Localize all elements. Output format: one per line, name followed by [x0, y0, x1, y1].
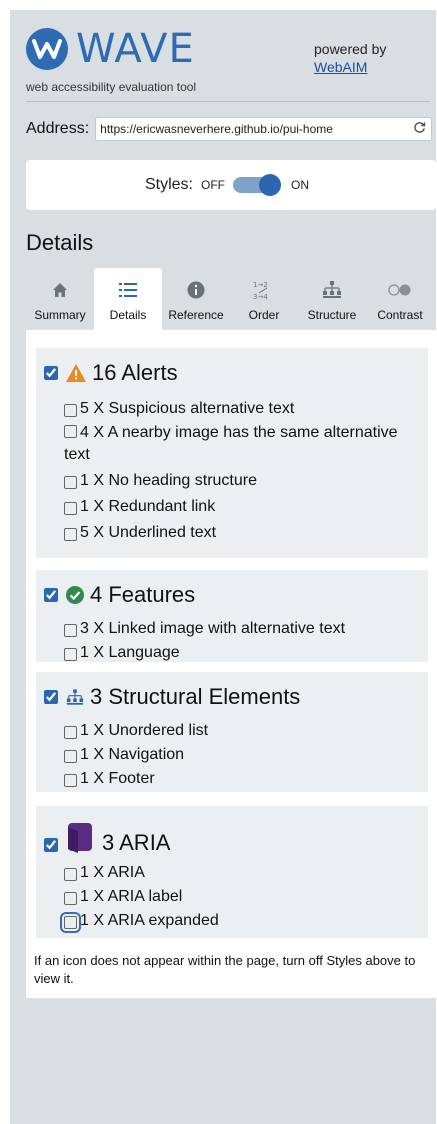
tab-summary[interactable]: Summary — [26, 268, 94, 330]
aria-checkbox[interactable] — [44, 838, 58, 852]
reload-icon[interactable] — [413, 121, 427, 137]
list-item[interactable]: 1 X Language — [64, 642, 180, 664]
item-checkbox[interactable] — [64, 648, 77, 661]
item-checkbox[interactable] — [64, 502, 77, 515]
item-checkbox[interactable] — [60, 912, 81, 933]
alert-icon — [66, 364, 86, 382]
list-item[interactable]: 3 X Linked image with alternative text — [64, 618, 345, 640]
structure-icon — [322, 276, 342, 304]
structure-title-row: 3 Structural Elements — [44, 684, 300, 710]
alerts-title: 16 Alerts — [92, 360, 178, 385]
list-item[interactable]: 1 X ARIA — [64, 862, 145, 884]
list-item[interactable]: 1 X Navigation — [64, 744, 184, 766]
tab-label: Structure — [307, 308, 357, 322]
address-input[interactable]: https://ericwasneverhere.github.io/pui-h… — [95, 117, 432, 141]
details-heading: Details — [26, 230, 94, 255]
list-item[interactable]: 4 X A nearby image has the same alternat… — [64, 422, 424, 466]
item-checkbox[interactable] — [64, 892, 77, 905]
aria-title: 3 ARIA — [102, 830, 171, 855]
order-icon: 1→2 3→4 — [253, 276, 275, 304]
item-checkbox[interactable] — [64, 774, 77, 787]
list-item[interactable]: 1 X Redundant link — [64, 496, 215, 518]
tab-label: Contrast — [377, 308, 423, 322]
divider — [26, 101, 430, 102]
features-group: 4 Features 3 X Linked image with alterna… — [36, 570, 428, 662]
structure-group: 3 Structural Elements 1 X Unordered list… — [36, 672, 428, 792]
list-item[interactable]: 1 X Footer — [64, 768, 155, 790]
powered-by-label: powered by — [314, 41, 387, 57]
tagline: web accessibility evaluation tool — [26, 80, 197, 94]
address-label: Address: — [26, 120, 90, 137]
alerts-group: 16 Alerts 5 X Suspicious alternative tex… — [36, 348, 428, 558]
tab-label: Reference — [168, 308, 224, 322]
wave-sidebar: WAVE web accessibility evaluation tool p… — [10, 10, 436, 1124]
list-item[interactable]: 5 X Underlined text — [64, 522, 216, 544]
wave-logo-icon — [26, 28, 68, 70]
features-title: 4 Features — [90, 582, 196, 607]
check-circle-icon — [66, 586, 84, 604]
styles-label: Styles: — [144, 176, 193, 193]
list-item[interactable]: 1 X Unordered list — [64, 720, 208, 742]
tab-reference[interactable]: Reference — [162, 268, 230, 330]
structure-icon — [66, 688, 84, 706]
aria-title-row: 3 ARIA — [44, 820, 170, 856]
webaim-link[interactable]: WebAIM — [314, 58, 386, 76]
address-value: https://ericwasneverhere.github.io/pui-h… — [100, 122, 333, 136]
tab-details[interactable]: Details — [94, 268, 162, 330]
powered-by: powered by WebAIM — [314, 40, 386, 76]
address-bar: Address: https://ericwasneverhere.github… — [26, 116, 432, 142]
info-icon — [187, 276, 205, 304]
list-icon — [119, 276, 137, 304]
item-checkbox[interactable] — [64, 476, 77, 489]
styles-toggle-card: Styles: OFF ON — [26, 160, 436, 210]
home-icon — [52, 276, 68, 304]
svg-text:1→2: 1→2 — [253, 281, 268, 289]
list-item[interactable]: 1 X No heading structure — [64, 470, 257, 492]
tab-label: Details — [109, 308, 147, 322]
tab-label: Summary — [34, 308, 86, 322]
item-checkbox[interactable] — [64, 404, 77, 417]
tab-label: Order — [248, 308, 280, 322]
structure-checkbox[interactable] — [44, 690, 58, 704]
item-checkbox[interactable] — [64, 726, 77, 739]
styles-on-label: ON — [291, 178, 309, 192]
svg-text:3→4: 3→4 — [253, 293, 268, 301]
item-checkbox[interactable] — [64, 868, 77, 881]
features-checkbox[interactable] — [44, 588, 58, 602]
item-checkbox[interactable] — [64, 624, 77, 637]
alerts-title-row: 16 Alerts — [44, 360, 178, 386]
tab-structure[interactable]: Structure — [298, 268, 366, 330]
list-item[interactable]: 5 X Suspicious alternative text — [64, 398, 294, 420]
tab-bar: Summary Details Reference 1→2 3→4 Order … — [26, 268, 436, 330]
item-checkbox[interactable] — [64, 425, 77, 438]
list-item[interactable]: 1 X ARIA expanded — [60, 910, 219, 933]
logo-text: WAVE — [76, 26, 195, 72]
alerts-checkbox[interactable] — [44, 366, 58, 380]
styles-toggle[interactable] — [233, 174, 281, 196]
toggle-knob — [259, 174, 281, 196]
aria-group: 3 ARIA 1 X ARIA 1 X ARIA label 1 X ARIA … — [36, 806, 428, 938]
structure-title: 3 Structural Elements — [90, 684, 301, 709]
styles-off-label: OFF — [201, 178, 225, 192]
list-item[interactable]: 1 X ARIA label — [64, 886, 182, 908]
help-note: If an icon does not appear within the pa… — [34, 953, 416, 986]
contrast-icon — [388, 276, 412, 304]
item-checkbox[interactable] — [64, 750, 77, 763]
tab-order[interactable]: 1→2 3→4 Order — [230, 268, 298, 330]
aria-icon — [66, 823, 94, 853]
details-panel: 16 Alerts 5 X Suspicious alternative tex… — [26, 330, 436, 998]
header: WAVE web accessibility evaluation tool p… — [10, 10, 436, 102]
tab-contrast[interactable]: Contrast — [366, 268, 434, 330]
features-title-row: 4 Features — [44, 582, 195, 608]
item-checkbox[interactable] — [64, 528, 77, 541]
